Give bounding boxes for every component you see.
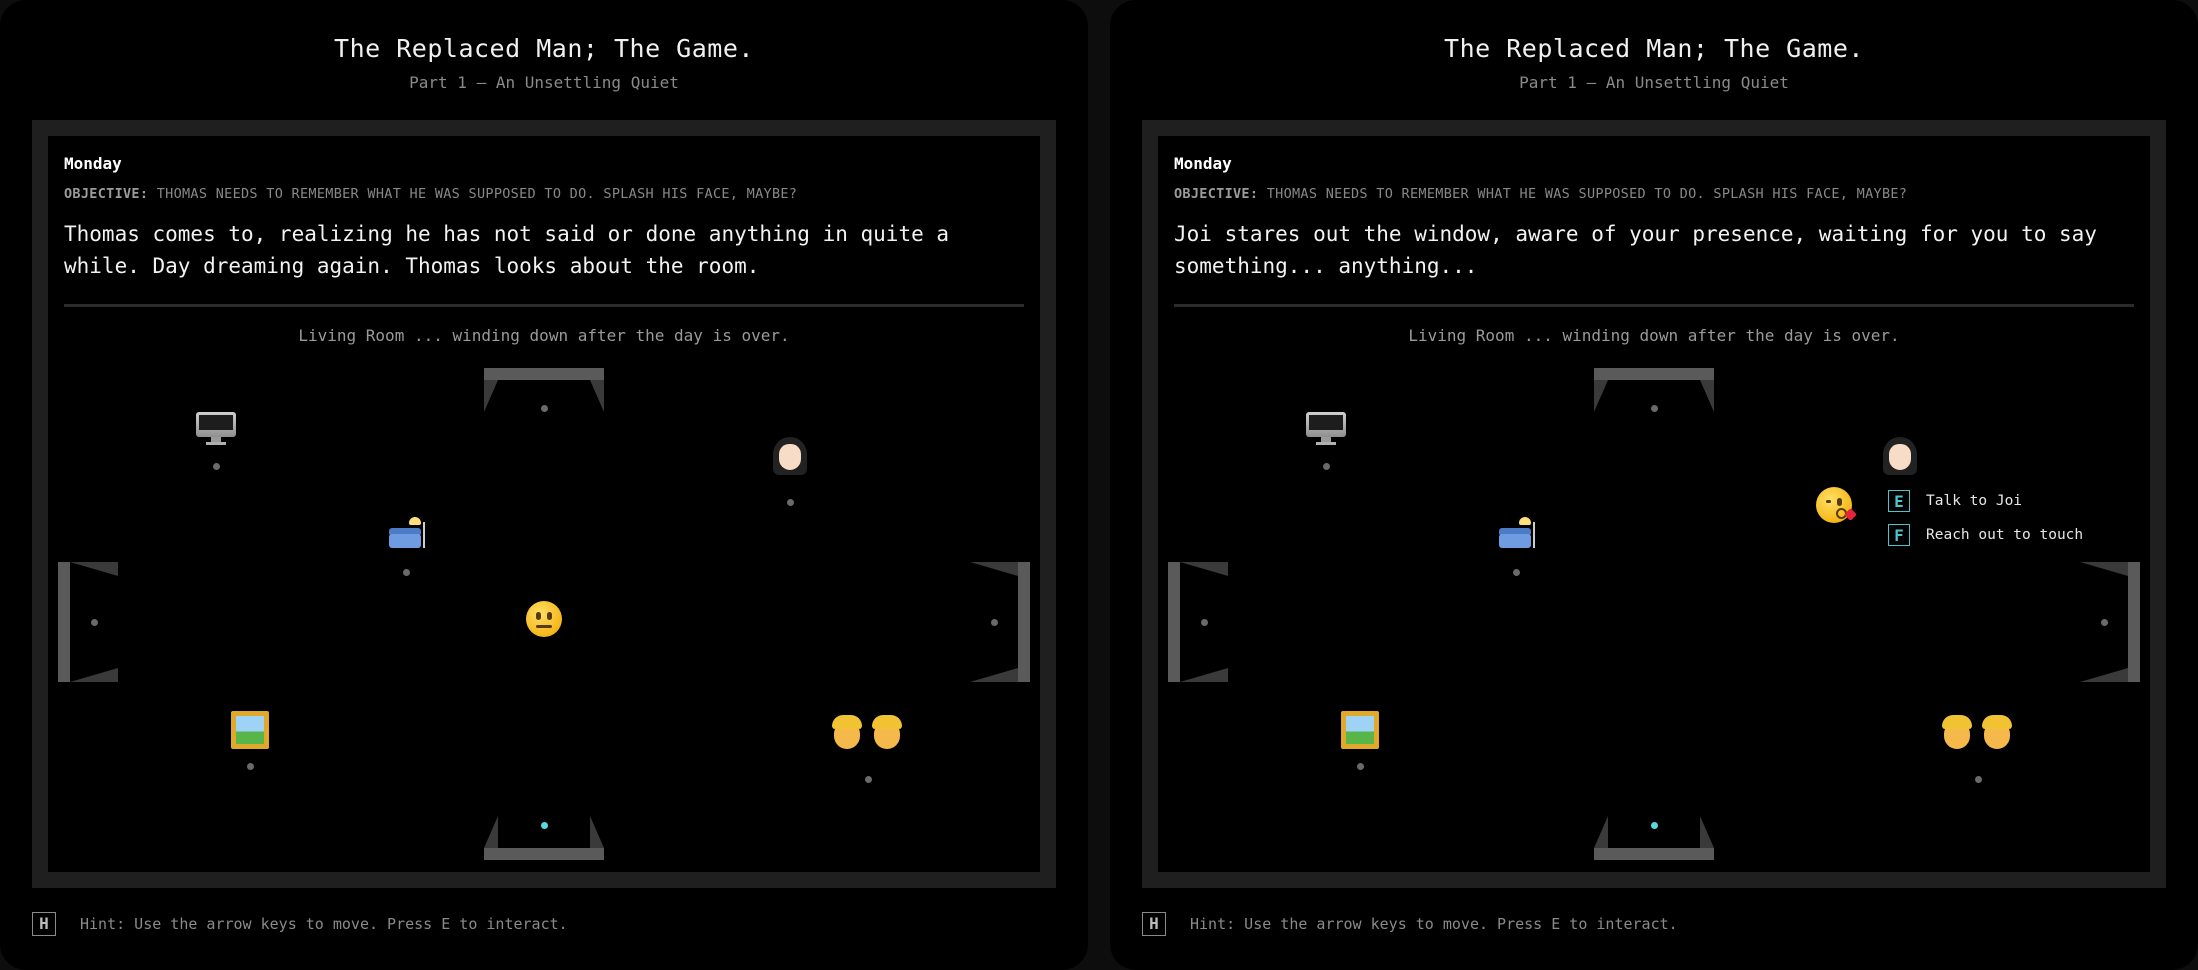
- door-frame: [484, 816, 498, 848]
- couch-lamp-icon[interactable]: [387, 516, 429, 552]
- object-marker: [1974, 775, 1982, 783]
- object-marker: [864, 775, 872, 783]
- woman-icon[interactable]: [771, 437, 809, 477]
- objective-label: OBJECTIVE:: [1174, 186, 1259, 202]
- door-marker-right: [990, 618, 998, 626]
- hint-text: Hint: Use the arrow keys to move. Press …: [80, 915, 568, 933]
- key-e-icon: E: [1888, 490, 1910, 512]
- narration-text: Joi stares out the window, aware of your…: [1174, 222, 2097, 278]
- screen: The Replaced Man; The Game. Part 1 – An …: [0, 0, 2198, 970]
- player-marker: [540, 821, 548, 829]
- couch-lamp-icon[interactable]: [1497, 516, 1539, 552]
- game-viewport[interactable]: Monday OBJECTIVE: THOMAS NEEDS TO REMEMB…: [1158, 136, 2150, 872]
- door-frame: [1180, 668, 1228, 682]
- game-title: The Replaced Man; The Game.: [1444, 34, 1864, 63]
- game-subtitle: Part 1 – An Unsettling Quiet: [1519, 73, 1789, 92]
- framed-picture-icon[interactable]: [1341, 711, 1379, 749]
- door-frame: [1180, 562, 1228, 576]
- game-title: The Replaced Man; The Game.: [334, 34, 754, 63]
- divider: [64, 304, 1024, 307]
- door-top[interactable]: [484, 368, 604, 380]
- door-marker-left: [90, 618, 98, 626]
- object-marker: [246, 762, 254, 770]
- action-label: Reach out to touch: [1926, 527, 2084, 543]
- game-frame: Monday OBJECTIVE: THOMAS NEEDS TO REMEMB…: [32, 120, 1056, 888]
- desktop-computer-icon[interactable]: [1306, 412, 1346, 446]
- framed-picture-icon[interactable]: [231, 711, 269, 749]
- door-frame: [970, 562, 1018, 576]
- woman-icon[interactable]: [1881, 437, 1919, 477]
- door-right[interactable]: [2128, 562, 2140, 682]
- desktop-computer-icon[interactable]: [196, 412, 236, 446]
- game-frame: Monday OBJECTIVE: THOMAS NEEDS TO REMEMB…: [1142, 120, 2166, 888]
- door-frame: [1700, 380, 1714, 412]
- children-icon[interactable]: [828, 715, 908, 753]
- door-marker-top: [540, 404, 548, 412]
- day-label: Monday: [1174, 154, 1232, 173]
- door-bottom[interactable]: [1594, 848, 1714, 860]
- objective: OBJECTIVE: THOMAS NEEDS TO REMEMBER WHAT…: [64, 186, 797, 202]
- door-marker-top: [1650, 404, 1658, 412]
- door-frame: [590, 380, 604, 412]
- object-marker: [1356, 762, 1364, 770]
- door-right[interactable]: [1018, 562, 1030, 682]
- neutral-face-icon: [526, 601, 562, 637]
- door-frame: [70, 562, 118, 576]
- key-f-icon: F: [1888, 524, 1910, 546]
- object-marker: [212, 462, 220, 470]
- kissing-face-icon: [1816, 487, 1857, 523]
- day-label: Monday: [64, 154, 122, 173]
- door-frame: [970, 668, 1018, 682]
- narration-text: Thomas comes to, realizing he has not sa…: [64, 222, 950, 278]
- door-frame: [70, 668, 118, 682]
- object-marker: [1322, 462, 1330, 470]
- hint-bar: H Hint: Use the arrow keys to move. Pres…: [1142, 912, 1678, 936]
- door-frame: [2080, 562, 2128, 576]
- divider: [1174, 304, 2134, 307]
- door-frame: [590, 816, 604, 848]
- game-panel-right: The Replaced Man; The Game. Part 1 – An …: [1110, 0, 2198, 970]
- objective-text: THOMAS NEEDS TO REMEMBER WHAT HE WAS SUP…: [1266, 186, 1908, 202]
- action-label: Talk to Joi: [1926, 493, 2023, 509]
- object-marker: [402, 568, 410, 576]
- hint-key-icon[interactable]: H: [32, 912, 56, 936]
- door-bottom[interactable]: [484, 848, 604, 860]
- door-left[interactable]: [1168, 562, 1180, 682]
- door-frame: [1700, 816, 1714, 848]
- object-marker: [1512, 568, 1520, 576]
- objective: OBJECTIVE: THOMAS NEEDS TO REMEMBER WHAT…: [1174, 186, 1907, 202]
- door-top[interactable]: [1594, 368, 1714, 380]
- action-reach-out[interactable]: F Reach out to touch: [1888, 524, 2083, 546]
- objective-text: THOMAS NEEDS TO REMEMBER WHAT HE WAS SUP…: [156, 186, 798, 202]
- object-marker: [786, 498, 794, 506]
- door-left[interactable]: [58, 562, 70, 682]
- action-talk-to-joi[interactable]: E Talk to Joi: [1888, 490, 2022, 512]
- door-frame: [484, 380, 498, 412]
- game-subtitle: Part 1 – An Unsettling Quiet: [409, 73, 679, 92]
- game-viewport[interactable]: Monday OBJECTIVE: THOMAS NEEDS TO REMEMB…: [48, 136, 1040, 872]
- room-description: Living Room ... winding down after the d…: [1408, 326, 1900, 345]
- hint-bar: H Hint: Use the arrow keys to move. Pres…: [32, 912, 568, 936]
- hint-key-icon[interactable]: H: [1142, 912, 1166, 936]
- objective-label: OBJECTIVE:: [64, 186, 149, 202]
- player-marker: [1650, 821, 1658, 829]
- door-frame: [2080, 668, 2128, 682]
- room-description: Living Room ... winding down after the d…: [298, 326, 790, 345]
- door-frame: [1594, 816, 1608, 848]
- door-marker-left: [1200, 618, 1208, 626]
- children-icon[interactable]: [1938, 715, 2018, 753]
- hint-text: Hint: Use the arrow keys to move. Press …: [1190, 915, 1678, 933]
- game-panel-left: The Replaced Man; The Game. Part 1 – An …: [0, 0, 1088, 970]
- door-marker-right: [2100, 618, 2108, 626]
- door-frame: [1594, 380, 1608, 412]
